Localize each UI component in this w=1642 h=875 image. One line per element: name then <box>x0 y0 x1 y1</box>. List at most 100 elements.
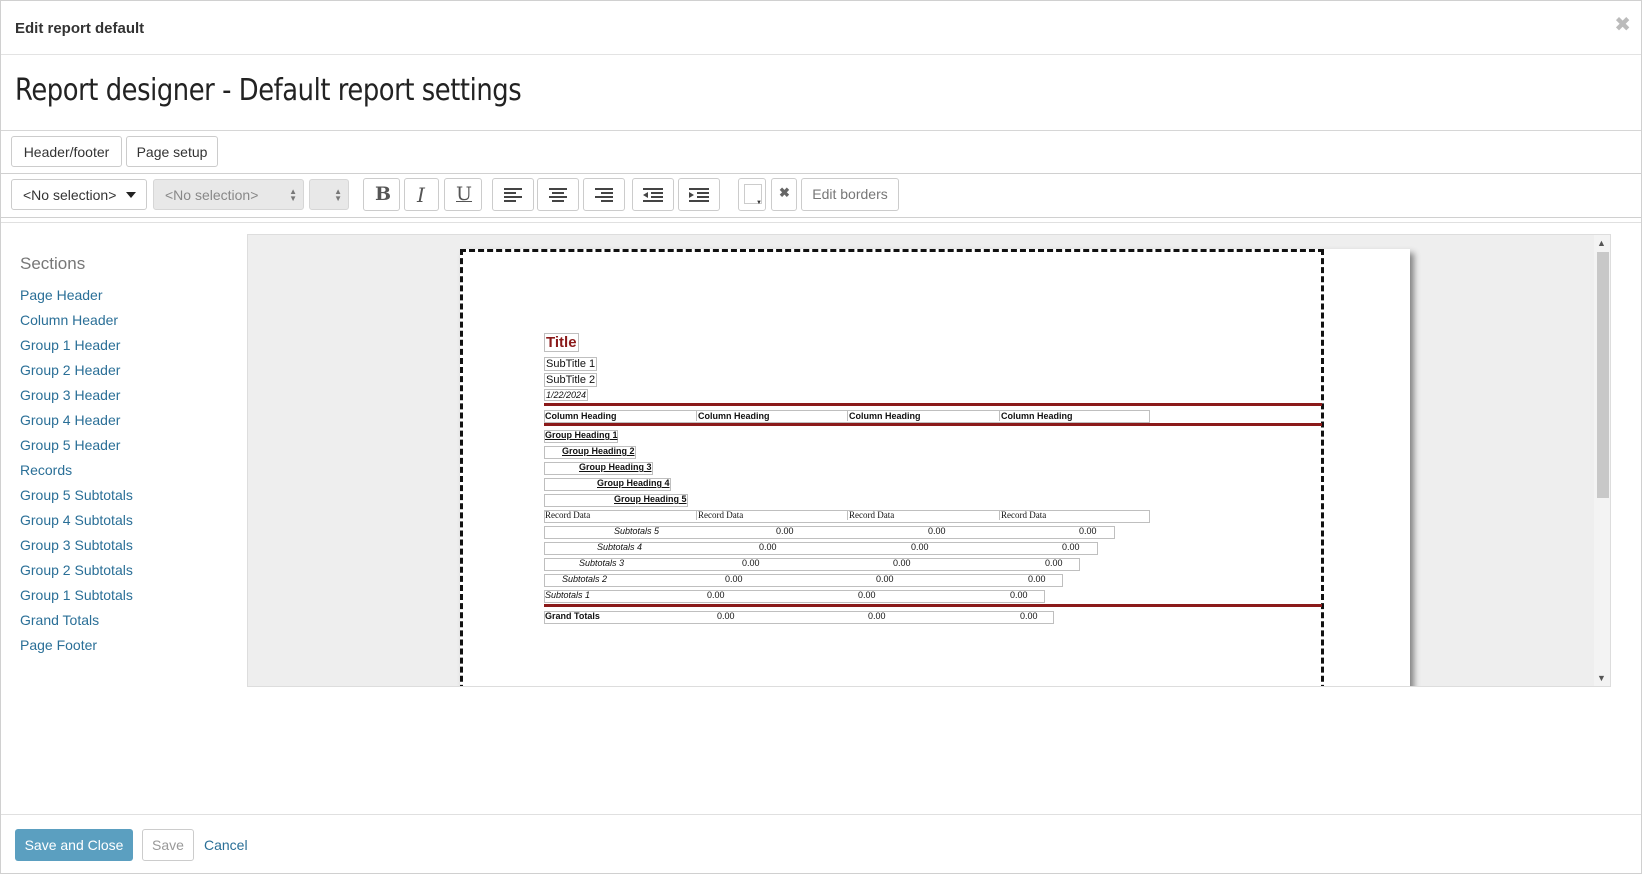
align-left-button[interactable] <box>492 178 534 211</box>
record-data-4[interactable]: Record Data <box>999 510 1046 520</box>
subtotals-4-label[interactable]: Subtotals 4 <box>597 542 642 552</box>
tab-page-setup[interactable]: Page setup <box>126 136 218 167</box>
report-canvas[interactable]: Title SubTitle 1 SubTitle 2 1/22/2024 Co… <box>247 234 1611 687</box>
grand-totals-value-3[interactable]: 0.00 <box>1020 611 1038 621</box>
color-picker-button[interactable]: ▼ <box>738 178 766 211</box>
subtotals-1-label[interactable]: Subtotals 1 <box>545 590 590 600</box>
subtotals-2-value-1[interactable]: 0.00 <box>725 574 743 584</box>
style-select-value: <No selection> <box>23 187 117 203</box>
align-center-button[interactable] <box>537 178 579 211</box>
sidebar-item-group-1-header[interactable]: Group 1 Header <box>20 337 120 353</box>
indent-icon <box>689 187 709 202</box>
subtotals-3-value-3[interactable]: 0.00 <box>1045 558 1063 568</box>
subtotals-1-value-3[interactable]: 0.00 <box>1010 590 1028 600</box>
subtotals-5-value-3[interactable]: 0.00 <box>1079 526 1097 536</box>
subtotals-4-value-3[interactable]: 0.00 <box>1062 542 1080 552</box>
subtotals-5-value-1[interactable]: 0.00 <box>776 526 794 536</box>
subtotals-3-label[interactable]: Subtotals 3 <box>579 558 624 568</box>
record-data-1[interactable]: Record Data <box>545 510 590 520</box>
dialog-title: Edit report default <box>15 20 145 37</box>
edit-borders-button[interactable]: Edit borders <box>801 178 899 211</box>
scroll-up-icon[interactable]: ▲ <box>1597 238 1606 248</box>
record-data-3[interactable]: Record Data <box>847 510 894 520</box>
sidebar-item-records[interactable]: Records <box>20 462 72 478</box>
group-heading-3[interactable]: Group Heading 3 <box>579 462 652 472</box>
sidebar-item-group-1-subtotals[interactable]: Group 1 Subtotals <box>20 587 133 603</box>
subtotals-4-value-2[interactable]: 0.00 <box>911 542 929 552</box>
dialog-titlebar: Edit report default ✖ <box>1 1 1641 55</box>
bold-icon: B <box>375 183 392 205</box>
close-icon[interactable]: ✖ <box>1614 15 1631 35</box>
bold-button[interactable]: B <box>363 178 400 211</box>
edit-report-dialog: Edit report default ✖ Report designer - … <box>0 0 1642 874</box>
align-left-icon <box>504 187 522 202</box>
sidebar-item-group-4-header[interactable]: Group 4 Header <box>20 412 120 428</box>
canvas-scrollbar[interactable]: ▲ ▼ <box>1594 235 1610 686</box>
dialog-footer: Save and Close Save Cancel <box>1 814 1641 875</box>
grand-totals-rule <box>544 604 1322 607</box>
report-subtitle-1[interactable]: SubTitle 1 <box>544 357 598 371</box>
scrollbar-thumb[interactable] <box>1597 252 1609 498</box>
save-button[interactable]: Save <box>142 829 194 861</box>
group-heading-4[interactable]: Group Heading 4 <box>597 478 670 488</box>
sidebar-item-group-3-subtotals[interactable]: Group 3 Subtotals <box>20 537 133 553</box>
subtotals-4-value-1[interactable]: 0.00 <box>759 542 777 552</box>
save-and-close-button[interactable]: Save and Close <box>15 829 133 861</box>
chevron-down-icon: ▼ <box>756 200 762 206</box>
subtotals-3-row <box>544 558 1080 571</box>
scroll-down-icon[interactable]: ▼ <box>1597 673 1606 683</box>
sections-heading: Sections <box>20 254 86 273</box>
subtotals-3-value-1[interactable]: 0.00 <box>742 558 760 568</box>
grand-totals-value-2[interactable]: 0.00 <box>868 611 886 621</box>
italic-button[interactable]: I <box>404 178 439 211</box>
clear-color-button[interactable]: ✖ <box>771 178 797 211</box>
column-heading-3[interactable]: Column Heading <box>847 411 921 421</box>
sidebar-item-page-footer[interactable]: Page Footer <box>20 637 97 653</box>
column-heading-2[interactable]: Column Heading <box>696 411 770 421</box>
font-family-select[interactable]: <No selection> ▲ ▼ <box>153 179 304 210</box>
align-right-button[interactable] <box>583 178 625 211</box>
style-select[interactable]: <No selection> <box>11 179 147 210</box>
report-title[interactable]: Title <box>544 333 579 352</box>
subtotals-3-value-2[interactable]: 0.00 <box>893 558 911 568</box>
sidebar-item-group-3-header[interactable]: Group 3 Header <box>20 387 120 403</box>
grand-totals-value-1[interactable]: 0.00 <box>717 611 735 621</box>
sidebar-item-group-2-subtotals[interactable]: Group 2 Subtotals <box>20 562 133 578</box>
subtotals-1-value-2[interactable]: 0.00 <box>858 590 876 600</box>
sidebar-item-group-4-subtotals[interactable]: Group 4 Subtotals <box>20 512 133 528</box>
tab-header-footer[interactable]: Header/footer <box>11 136 122 167</box>
report-date[interactable]: 1/22/2024 <box>544 389 589 401</box>
underline-button[interactable]: U <box>444 178 482 211</box>
subtotals-2-value-3[interactable]: 0.00 <box>1028 574 1046 584</box>
chevron-down-icon <box>126 192 136 198</box>
sidebar-item-column-header[interactable]: Column Header <box>20 312 118 328</box>
group-heading-1[interactable]: Group Heading 1 <box>545 430 618 440</box>
sidebar-item-group-5-subtotals[interactable]: Group 5 Subtotals <box>20 487 133 503</box>
subtotals-2-label[interactable]: Subtotals 2 <box>562 574 607 584</box>
sidebar-item-group-2-header[interactable]: Group 2 Header <box>20 362 120 378</box>
sidebar-item-page-header[interactable]: Page Header <box>20 287 103 303</box>
subtotals-5-label[interactable]: Subtotals 5 <box>614 526 659 536</box>
column-heading-1[interactable]: Column Heading <box>545 411 617 421</box>
group-heading-2[interactable]: Group Heading 2 <box>562 446 635 456</box>
page-title-bar: Report designer - Default report setting… <box>1 55 1641 131</box>
indent-button[interactable] <box>678 178 720 211</box>
report-subtitle-2[interactable]: SubTitle 2 <box>544 373 598 387</box>
subtotals-2-value-2[interactable]: 0.00 <box>876 574 894 584</box>
subtotals-1-value-1[interactable]: 0.00 <box>707 590 725 600</box>
subtotals-5-value-2[interactable]: 0.00 <box>928 526 946 536</box>
column-heading-4[interactable]: Column Heading <box>999 411 1073 421</box>
toolbar-divider <box>1 218 1641 223</box>
column-header-top-rule <box>544 403 1322 406</box>
font-size-select[interactable]: ▲ ▼ <box>309 179 349 210</box>
record-data-2[interactable]: Record Data <box>696 510 743 520</box>
cancel-link[interactable]: Cancel <box>204 837 248 853</box>
grand-totals-label[interactable]: Grand Totals <box>545 611 600 621</box>
align-center-icon <box>549 187 567 202</box>
sidebar-item-grand-totals[interactable]: Grand Totals <box>20 612 99 628</box>
subtotals-1-row <box>544 590 1045 603</box>
outdent-button[interactable] <box>632 178 674 211</box>
updown-icon: ▲ ▼ <box>334 187 342 203</box>
group-heading-5[interactable]: Group Heading 5 <box>614 494 687 504</box>
sidebar-item-group-5-header[interactable]: Group 5 Header <box>20 437 120 453</box>
